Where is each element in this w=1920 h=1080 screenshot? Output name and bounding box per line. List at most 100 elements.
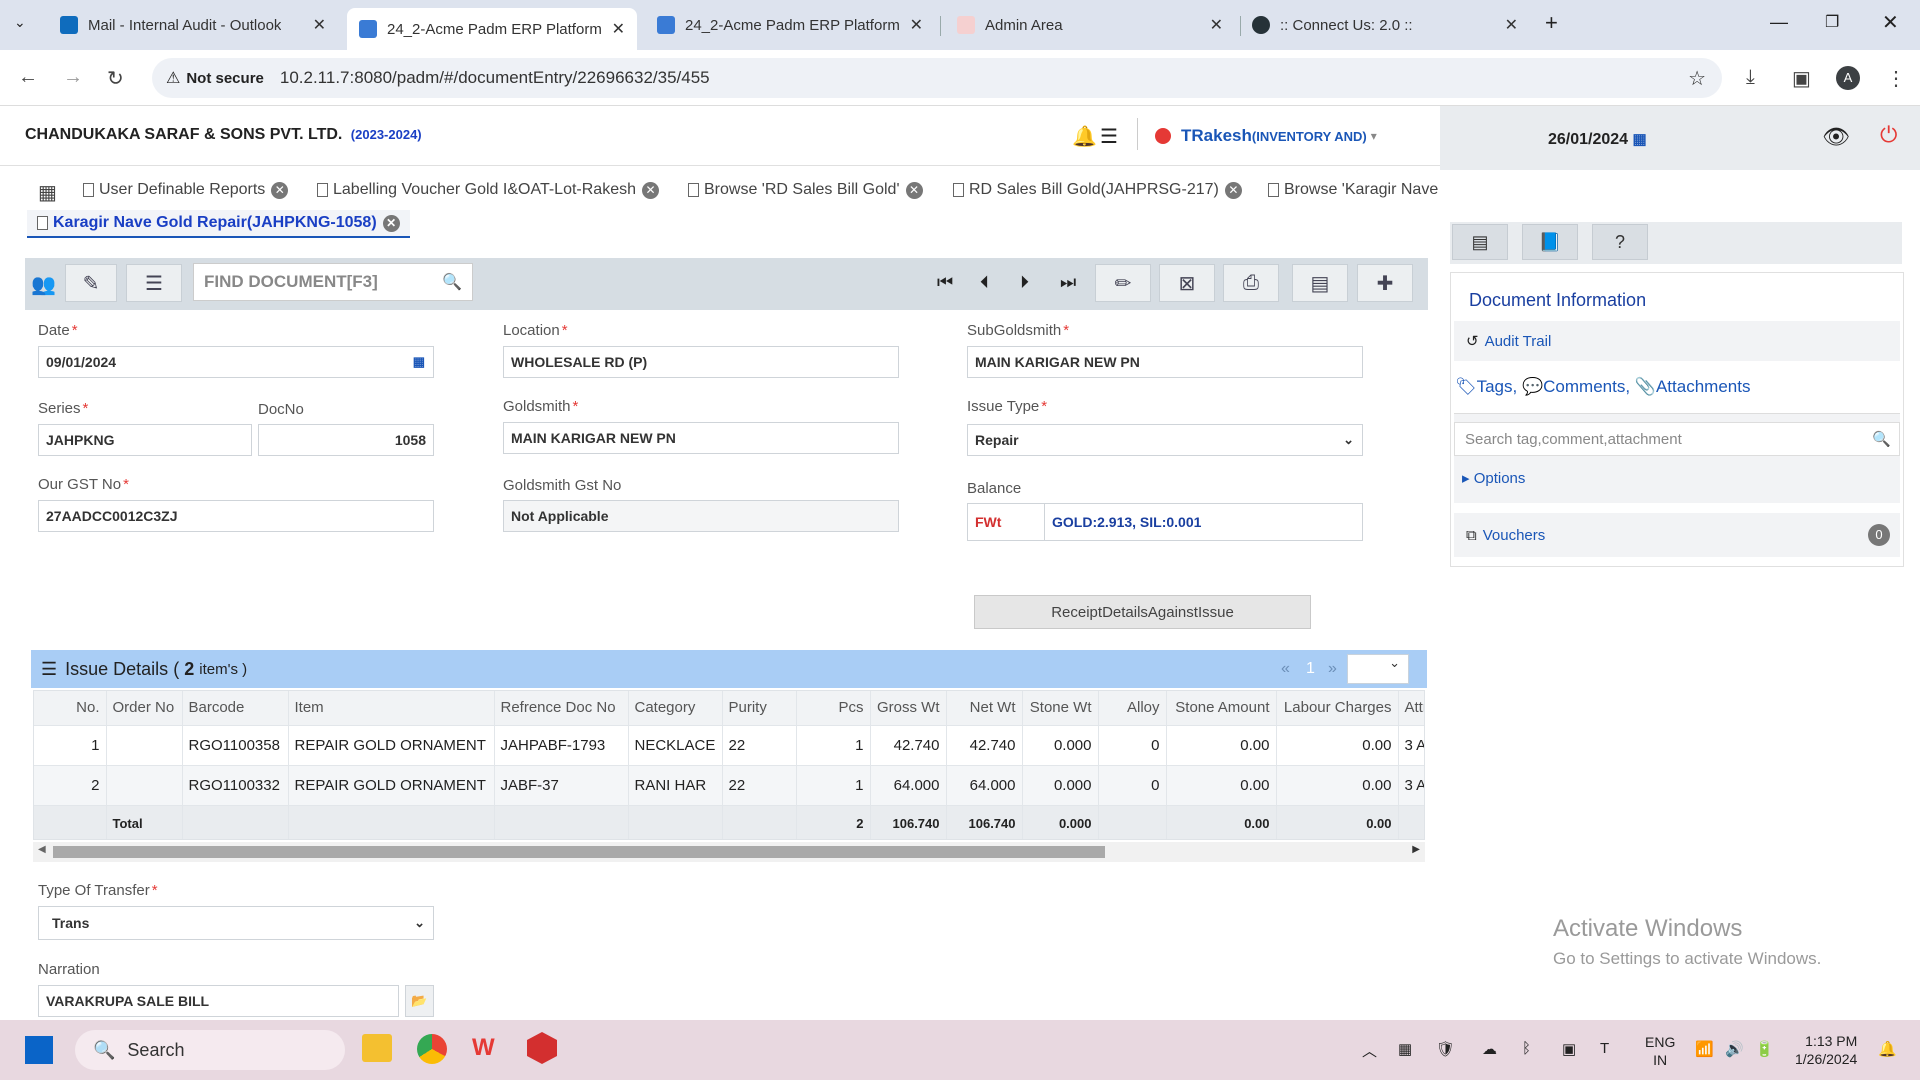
clock[interactable]: 1:13 PM 1/26/2024	[1795, 1032, 1857, 1068]
help-tab[interactable]: ?	[1592, 224, 1648, 260]
browser-tab-outlook[interactable]: Mail - Internal Audit - Outlook ✕	[48, 8, 338, 42]
receipt-details-button[interactable]: ReceiptDetailsAgainstIssue	[974, 595, 1311, 629]
column-header[interactable]: Barcode	[182, 691, 289, 725]
language-indicator[interactable]: ENG IN	[1645, 1033, 1675, 1069]
header-date[interactable]: 26/01/2024 ▦	[1548, 130, 1647, 149]
column-header[interactable]: Purity	[722, 691, 797, 725]
edit-note-button[interactable]: ✎	[65, 264, 117, 302]
calendar-icon[interactable]: ▦	[1633, 131, 1647, 148]
scroll-left-icon[interactable]: ◀	[38, 844, 46, 855]
page-size-select[interactable]: ⌄	[1347, 654, 1409, 684]
audit-trail-link[interactable]: ↺ Audit Trail	[1454, 321, 1900, 361]
column-header[interactable]: Item	[288, 691, 495, 725]
apps-grid-icon[interactable]: ▦	[38, 180, 57, 205]
volume-icon[interactable]: 🔊	[1725, 1040, 1744, 1058]
pager-prev[interactable]: «	[1281, 660, 1290, 678]
list-view-button[interactable]: ☰	[126, 264, 182, 302]
security-status[interactable]: Not secure	[186, 70, 264, 87]
subgoldsmith-field[interactable]: MAIN KARIGAR NEW PN	[967, 346, 1363, 378]
find-document-input[interactable]: FIND DOCUMENT[F3] 🔍	[193, 263, 473, 301]
column-header[interactable]: Gross Wt	[870, 691, 947, 725]
bell-icon[interactable]: 🔔	[1072, 124, 1097, 149]
close-icon[interactable]: ✕	[1224, 181, 1242, 199]
user-menu[interactable]: TRakesh (INVENTORY AND) ▾	[1155, 126, 1377, 146]
download-icon[interactable]: ⤓	[1746, 66, 1755, 89]
wifi-icon[interactable]: 📶	[1695, 1040, 1714, 1058]
browser-tab-erp-active[interactable]: 24_2-Acme Padm ERP Platform ✕	[347, 8, 637, 50]
doc-tab[interactable]: Browse 'RD Sales Bill Gold' ✕	[688, 181, 923, 199]
menu-kebab-icon[interactable]: ⋮	[1886, 66, 1906, 91]
next-record-icon[interactable]: ⏵	[1020, 272, 1029, 293]
column-header[interactable]: Attr	[1398, 691, 1424, 725]
taskbar-search[interactable]: 🔍 Search	[75, 1030, 345, 1070]
scroll-right-icon[interactable]: ▶	[1412, 844, 1420, 855]
close-icon[interactable]: ✕	[905, 181, 923, 199]
doc-tab[interactable]: RD Sales Bill Gold(JAHPRSG-217) ✕	[953, 181, 1242, 199]
add-button[interactable]: ✚	[1357, 264, 1413, 302]
notification-bell-icon[interactable]: 🔔	[1878, 1040, 1897, 1058]
user-name[interactable]: TRakesh	[1181, 126, 1252, 146]
tray-app2-icon[interactable]: ▣	[1562, 1040, 1576, 1058]
table-row[interactable]: 1 RGO1100358 REPAIR GOLD ORNAMENT JAHPABF-1…	[34, 724, 1424, 765]
tray-app-icon[interactable]: ▦	[1398, 1040, 1412, 1058]
current-date[interactable]: 26/01/2024	[1548, 131, 1628, 148]
transfer-select[interactable]: Trans ⌄	[38, 906, 434, 940]
bluetooth-icon[interactable]: ᛒ	[1522, 1040, 1531, 1057]
teams-icon[interactable]: T	[1600, 1040, 1609, 1057]
close-icon[interactable]: ✕	[1210, 15, 1223, 35]
narration-lookup-button[interactable]: 📂	[405, 985, 434, 1017]
narration-field[interactable]: VARAKRUPA SALE BILL	[38, 985, 399, 1017]
users-icon[interactable]: 👥	[31, 272, 56, 297]
column-header[interactable]: Pcs	[796, 691, 871, 725]
docno-field[interactable]: 1058	[258, 424, 434, 456]
app-hex-icon[interactable]	[527, 1032, 557, 1064]
tags-link[interactable]: Tags,	[1477, 377, 1518, 396]
close-icon[interactable]: ✕	[910, 15, 923, 35]
issue-type-select[interactable]: Repair ⌄	[967, 424, 1363, 456]
close-icon[interactable]: ✕	[313, 15, 326, 35]
info-tab[interactable]: ▤	[1452, 224, 1508, 260]
doc-tab[interactable]: Labelling Voucher Gold I&OAT-Lot-Rakesh ✕	[317, 181, 659, 199]
column-header[interactable]: Stone Wt	[1022, 691, 1099, 725]
tag-search-input[interactable]: Search tag,comment,attachment 🔍	[1454, 422, 1900, 456]
browser-tab-erp[interactable]: 24_2-Acme Padm ERP Platform ✕	[645, 8, 935, 42]
user-role[interactable]: (INVENTORY AND)	[1252, 129, 1367, 144]
pager-current[interactable]: 1	[1306, 660, 1315, 678]
chrome-icon[interactable]	[417, 1034, 447, 1064]
horizontal-scrollbar[interactable]: ◀ ▶	[33, 842, 1425, 862]
message-list-icon[interactable]: ☰	[1100, 124, 1118, 149]
back-arrow-icon[interactable]: ←	[18, 66, 38, 89]
power-icon[interactable]: ⏻	[1880, 122, 1897, 148]
location-field[interactable]: WHOLESALE RD (P)	[503, 346, 899, 378]
options-toggle[interactable]: ▸ Options	[1462, 469, 1525, 487]
column-header[interactable]: Stone Amount	[1166, 691, 1277, 725]
close-icon[interactable]: ✕	[271, 181, 289, 199]
caret-down-icon[interactable]: ▾	[1371, 129, 1377, 143]
tab-search-icon[interactable]: ⌄	[14, 14, 26, 31]
pager-next[interactable]: »	[1328, 660, 1337, 678]
column-header[interactable]: No.	[34, 691, 107, 725]
file-explorer-icon[interactable]	[362, 1034, 392, 1062]
column-header[interactable]: Alloy	[1098, 691, 1167, 725]
doc-tab-active[interactable]: Karagir Nave Gold Repair(JAHPKNG-1058) ✕	[27, 210, 410, 238]
close-icon[interactable]: ✕	[382, 214, 400, 232]
close-icon[interactable]: ✕	[612, 19, 625, 39]
column-header[interactable]: Category	[628, 691, 723, 725]
column-header[interactable]: Order No	[106, 691, 183, 725]
bookmark-star-icon[interactable]: ☆	[1688, 66, 1706, 91]
doc-tab[interactable]: Browse 'Karagir Nave	[1268, 181, 1438, 199]
wps-icon[interactable]: W	[472, 1034, 502, 1064]
close-icon[interactable]: ✕	[1505, 15, 1518, 35]
tags-comments-links[interactable]: 🏷Tags, 💬Comments, 📎Attachments	[1455, 377, 1750, 397]
browser-tab-admin[interactable]: Admin Area ✕	[945, 8, 1235, 42]
series-field[interactable]: JAHPKNG	[38, 424, 252, 456]
tray-shield-icon[interactable]: 🛡	[1436, 1040, 1455, 1058]
forward-arrow-icon[interactable]: →	[63, 66, 83, 89]
minimize-icon[interactable]: —	[1770, 12, 1788, 33]
scrollbar-thumb[interactable]	[53, 846, 1105, 858]
report-button[interactable]: ▤	[1292, 264, 1348, 302]
doc-tab[interactable]: User Definable Reports ✕	[83, 181, 289, 199]
gst-field[interactable]: 27AADCC0012C3ZJ	[38, 500, 434, 532]
print-button[interactable]: ⎙	[1223, 264, 1279, 302]
column-header[interactable]: Refrence Doc No	[494, 691, 629, 725]
